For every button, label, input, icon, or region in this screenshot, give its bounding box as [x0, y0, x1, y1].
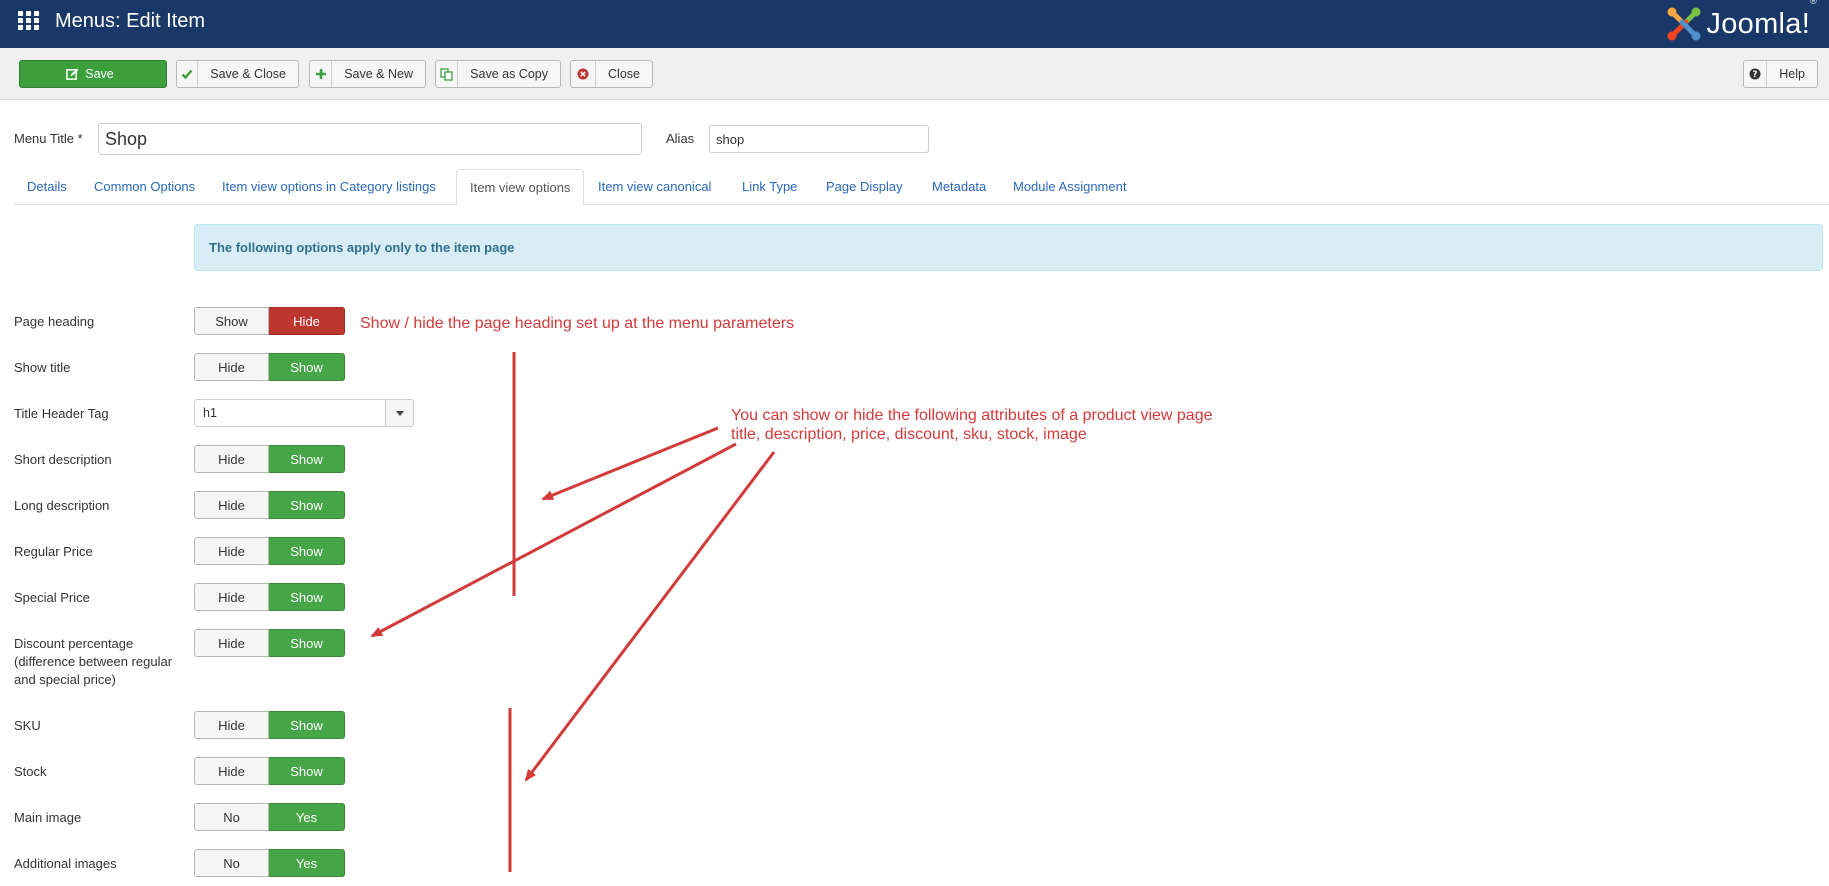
- title-header-tag-value: h1: [203, 406, 217, 420]
- sku-show-option[interactable]: Show: [269, 711, 345, 739]
- page-heading-toggle: Show Hide: [194, 307, 345, 335]
- annotation-page-heading: Show / hide the page heading set up at t…: [360, 315, 795, 332]
- annotation-attributes-line2: title, description, price, discount, sku…: [731, 426, 1087, 443]
- tab-item-view-canonical[interactable]: Item view canonical: [585, 169, 724, 205]
- annotation-attributes-line1: You can show or hide the following attri…: [731, 407, 1213, 424]
- joomla-logo[interactable]: Joomla!®: [1664, 0, 1817, 46]
- save-close-button[interactable]: Save & Close: [176, 60, 299, 88]
- additional-images-toggle: No Yes: [194, 849, 345, 877]
- field-label-short-description: Short description: [14, 452, 112, 467]
- field-label-title-header-tag: Title Header Tag: [14, 406, 109, 421]
- short-description-hide-option[interactable]: Hide: [194, 445, 269, 473]
- additional-images-no-option[interactable]: No: [194, 849, 269, 877]
- check-icon: [177, 61, 199, 87]
- field-label-long-description: Long description: [14, 498, 110, 513]
- tab-details[interactable]: Details: [14, 169, 80, 205]
- regular-price-toggle: Hide Show: [194, 537, 345, 565]
- page-heading-hide-option[interactable]: Hide: [269, 307, 345, 335]
- page-title: Menus: Edit Item: [55, 10, 206, 32]
- tab-module-assignment[interactable]: Module Assignment: [1000, 169, 1139, 205]
- field-label-special-price: Special Price: [14, 590, 90, 605]
- tab-item-view-options[interactable]: Item view options: [456, 169, 585, 206]
- edit-icon: [66, 68, 79, 80]
- special-price-show-option[interactable]: Show: [269, 583, 345, 611]
- stock-hide-option[interactable]: Hide: [194, 757, 269, 785]
- field-label-regular-price: Regular Price: [14, 544, 93, 559]
- discount-percentage-hide-option[interactable]: Hide: [194, 629, 269, 657]
- short-description-toggle: Hide Show: [194, 445, 345, 473]
- field-label-additional-images: Additional images: [14, 856, 117, 871]
- close-button[interactable]: Close: [570, 60, 653, 88]
- field-label-main-image: Main image: [14, 810, 82, 825]
- long-description-toggle: Hide Show: [194, 491, 345, 519]
- tab-page-display[interactable]: Page Display: [813, 169, 916, 205]
- annotation-arrow-middle: [370, 442, 737, 638]
- menu-title-input[interactable]: [98, 123, 642, 155]
- sku-toggle: Hide Show: [194, 711, 345, 739]
- tab-item-view-options-category[interactable]: Item view options in Category listings: [209, 169, 449, 205]
- regular-price-hide-option[interactable]: Hide: [194, 537, 269, 565]
- main-image-yes-option[interactable]: Yes: [269, 803, 345, 831]
- short-description-show-option[interactable]: Show: [269, 445, 345, 473]
- field-label-discount-line3: and special price): [14, 672, 116, 687]
- joomla-logo-icon: [1667, 7, 1701, 41]
- plus-icon: [310, 61, 333, 87]
- menu-title-label: Menu Title *: [14, 131, 83, 146]
- annotation-arrow-lower: [524, 451, 776, 782]
- grid-menu-icon[interactable]: [18, 11, 40, 31]
- tab-common-options[interactable]: Common Options: [81, 169, 208, 205]
- page-heading-show-option[interactable]: Show: [194, 307, 269, 335]
- field-label-discount-line2: (difference between regular: [14, 654, 173, 669]
- show-title-show-option[interactable]: Show: [269, 353, 345, 381]
- help-button[interactable]: ? Help: [1743, 60, 1818, 88]
- regular-price-show-option[interactable]: Show: [269, 537, 345, 565]
- save-as-copy-button[interactable]: Save as Copy: [435, 60, 561, 88]
- field-label-page-heading: Page heading: [14, 314, 95, 329]
- field-label-sku: SKU: [14, 718, 41, 733]
- special-price-hide-option[interactable]: Hide: [194, 583, 269, 611]
- field-label-show-title: Show title: [14, 360, 71, 375]
- special-price-toggle: Hide Show: [194, 583, 345, 611]
- main-image-no-option[interactable]: No: [194, 803, 269, 831]
- top-header: Menus: Edit Item Joomla!®: [0, 0, 1829, 48]
- joomla-logo-text: Joomla!®: [1706, 0, 1817, 40]
- stock-toggle: Hide Show: [194, 757, 345, 785]
- title-header-tag-select[interactable]: h1: [194, 399, 414, 427]
- alias-input[interactable]: [709, 125, 929, 153]
- tab-metadata[interactable]: Metadata: [919, 169, 999, 205]
- show-title-hide-option[interactable]: Hide: [194, 353, 269, 381]
- main-image-toggle: No Yes: [194, 803, 345, 831]
- copy-icon: [436, 61, 459, 87]
- discount-percentage-show-option[interactable]: Show: [269, 629, 345, 657]
- info-alert: The following options apply only to the …: [194, 224, 1823, 271]
- save-button[interactable]: Save: [19, 60, 167, 88]
- close-circle-icon: [571, 61, 597, 87]
- caret-down-icon[interactable]: [385, 400, 413, 426]
- field-label-discount-line1: Discount percentage: [14, 636, 134, 651]
- additional-images-yes-option[interactable]: Yes: [269, 849, 345, 877]
- tab-link-type[interactable]: Link Type: [729, 169, 810, 205]
- toolbar: Save Save & Close Save & New Save as Cop…: [0, 48, 1829, 100]
- long-description-hide-option[interactable]: Hide: [194, 491, 269, 519]
- sku-hide-option[interactable]: Hide: [194, 711, 269, 739]
- svg-text:?: ?: [1753, 70, 1758, 80]
- field-label-stock: Stock: [14, 764, 47, 779]
- save-new-button[interactable]: Save & New: [309, 60, 426, 88]
- annotation-arrow-upper: [541, 426, 719, 501]
- question-circle-icon: ?: [1744, 61, 1768, 87]
- stock-show-option[interactable]: Show: [269, 757, 345, 785]
- show-title-toggle: Hide Show: [194, 353, 345, 381]
- tab-bar: Details Common Options Item view options…: [14, 169, 1829, 206]
- long-description-show-option[interactable]: Show: [269, 491, 345, 519]
- discount-percentage-toggle: Hide Show: [194, 629, 345, 657]
- alias-label: Alias: [666, 131, 695, 146]
